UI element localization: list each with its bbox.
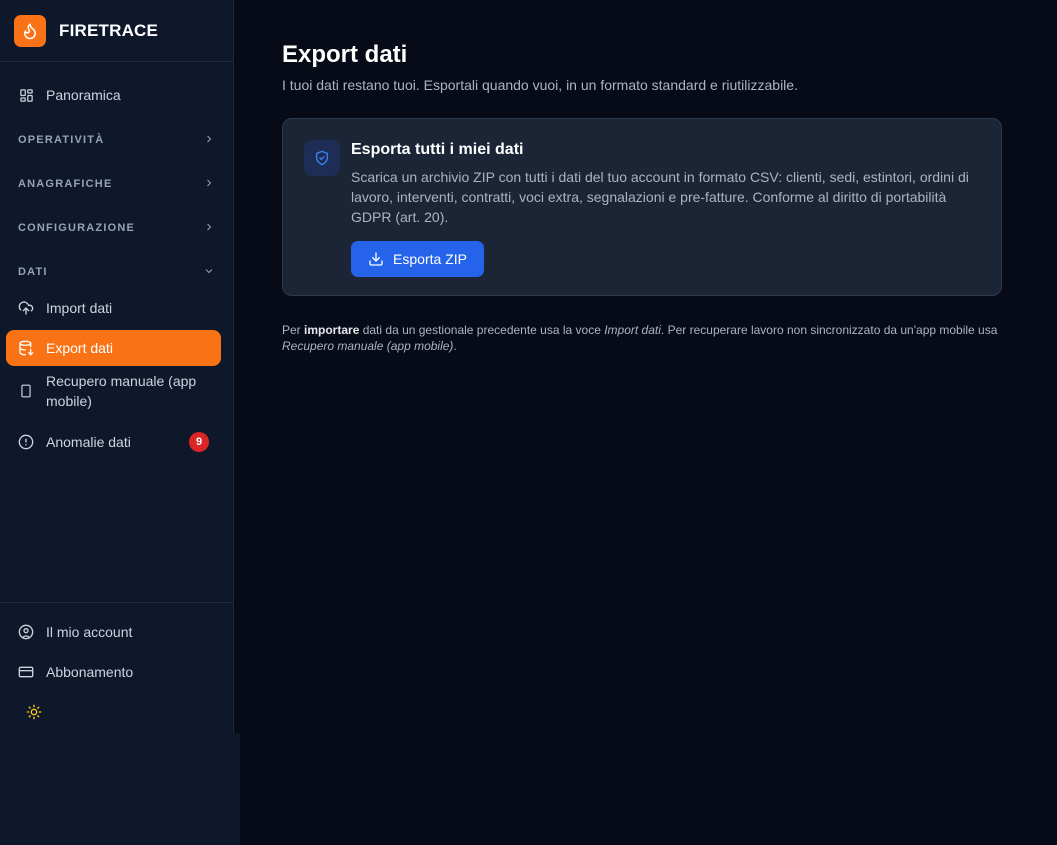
note-text: . Per recuperare lavoro non sincronizzat… (660, 323, 998, 337)
brand[interactable]: FIRETRACE (0, 0, 233, 62)
sidebar-item-import[interactable]: Import dati (6, 290, 221, 326)
user-circle-icon (18, 624, 34, 640)
shield-check-icon (304, 140, 340, 176)
section-configurazione[interactable]: CONFIGURAZIONE (18, 206, 215, 250)
smartphone-icon (18, 383, 34, 399)
sidebar-item-label: Il mio account (46, 624, 133, 640)
note-text: Per (282, 323, 305, 337)
sidebar-item-overview[interactable]: Panoramica (6, 77, 221, 113)
section-label: DATI (18, 266, 48, 278)
cloud-upload-icon (18, 300, 34, 316)
sidebar-item-label: Recupero manuale (app mobile) (46, 373, 197, 409)
note-text: dati da un gestionale precedente usa la … (359, 323, 605, 337)
theme-toggle-sun-icon[interactable] (26, 704, 42, 720)
sidebar-item-export[interactable]: Export dati (6, 330, 221, 366)
dashboard-icon (18, 87, 34, 103)
section-anagrafiche[interactable]: ANAGRAFICHE (18, 162, 215, 206)
sidebar-item-subscription[interactable]: Abbonamento (6, 654, 221, 690)
section-dati[interactable]: DATI (18, 250, 215, 294)
card-title: Esporta tutti i miei dati (351, 141, 524, 158)
export-card-body: Esporta tutti i miei dati Scarica un arc… (351, 141, 985, 277)
database-export-icon (18, 340, 34, 356)
page-subtitle: I tuoi dati restano tuoi. Esportali quan… (282, 77, 798, 93)
chevron-right-icon (203, 221, 215, 236)
section-label: OPERATIVITÀ (18, 134, 105, 146)
chevron-down-icon (203, 265, 215, 280)
export-card: Esporta tutti i miei dati Scarica un arc… (282, 118, 1002, 296)
sidebar-item-label: Anomalie dati (46, 434, 131, 450)
sidebar-nav: Panoramica OPERATIVITÀ ANAGRAFICHE CONFI… (0, 62, 233, 460)
sidebar-item-label: Export dati (46, 340, 113, 356)
page-title: Export dati (282, 41, 408, 68)
credit-card-icon (18, 664, 34, 680)
sidebar-footer: Il mio account Abbonamento (0, 602, 233, 720)
sidebar-item-label: Import dati (46, 300, 113, 316)
download-icon (368, 251, 384, 267)
sidebar-item-label: Panoramica (46, 87, 121, 103)
sidebar-item-label: Abbonamento (46, 664, 134, 680)
section-label: ANAGRAFICHE (18, 178, 113, 190)
main-content: Export dati I tuoi dati restano tuoi. Es… (282, 0, 1002, 354)
chevron-right-icon (203, 133, 215, 148)
note-link-import: Import dati (604, 323, 661, 337)
help-note: Per importare dati da un gestionale prec… (282, 322, 1002, 354)
card-description: Scarica un archivio ZIP con tutti i dati… (351, 169, 969, 225)
flame-icon (14, 14, 46, 47)
note-link-recovery: Recupero manuale (app mobile) (282, 339, 454, 353)
section-label: CONFIGURAZIONE (18, 222, 136, 234)
alert-circle-icon (18, 434, 34, 450)
note-bold-import: importare (304, 323, 360, 337)
sidebar-item-recovery[interactable]: Recupero manuale (app mobile) (6, 370, 221, 412)
brand-name: FIRETRACE (59, 20, 159, 40)
note-text: . (453, 339, 457, 353)
export-zip-label: Esporta ZIP (393, 251, 467, 267)
chevron-right-icon (203, 177, 215, 192)
anomalies-count-badge: 9 (189, 432, 209, 452)
sidebar-item-account[interactable]: Il mio account (6, 614, 221, 650)
sidebar-bottom-fill (0, 733, 240, 845)
export-zip-button[interactable]: Esporta ZIP (351, 241, 484, 277)
sidebar: FIRETRACE Panoramica OPERATIVITÀ ANAGRAF… (0, 0, 234, 733)
section-operativita[interactable]: OPERATIVITÀ (18, 118, 215, 162)
sidebar-item-anomalies[interactable]: Anomalie dati 9 (6, 424, 221, 460)
